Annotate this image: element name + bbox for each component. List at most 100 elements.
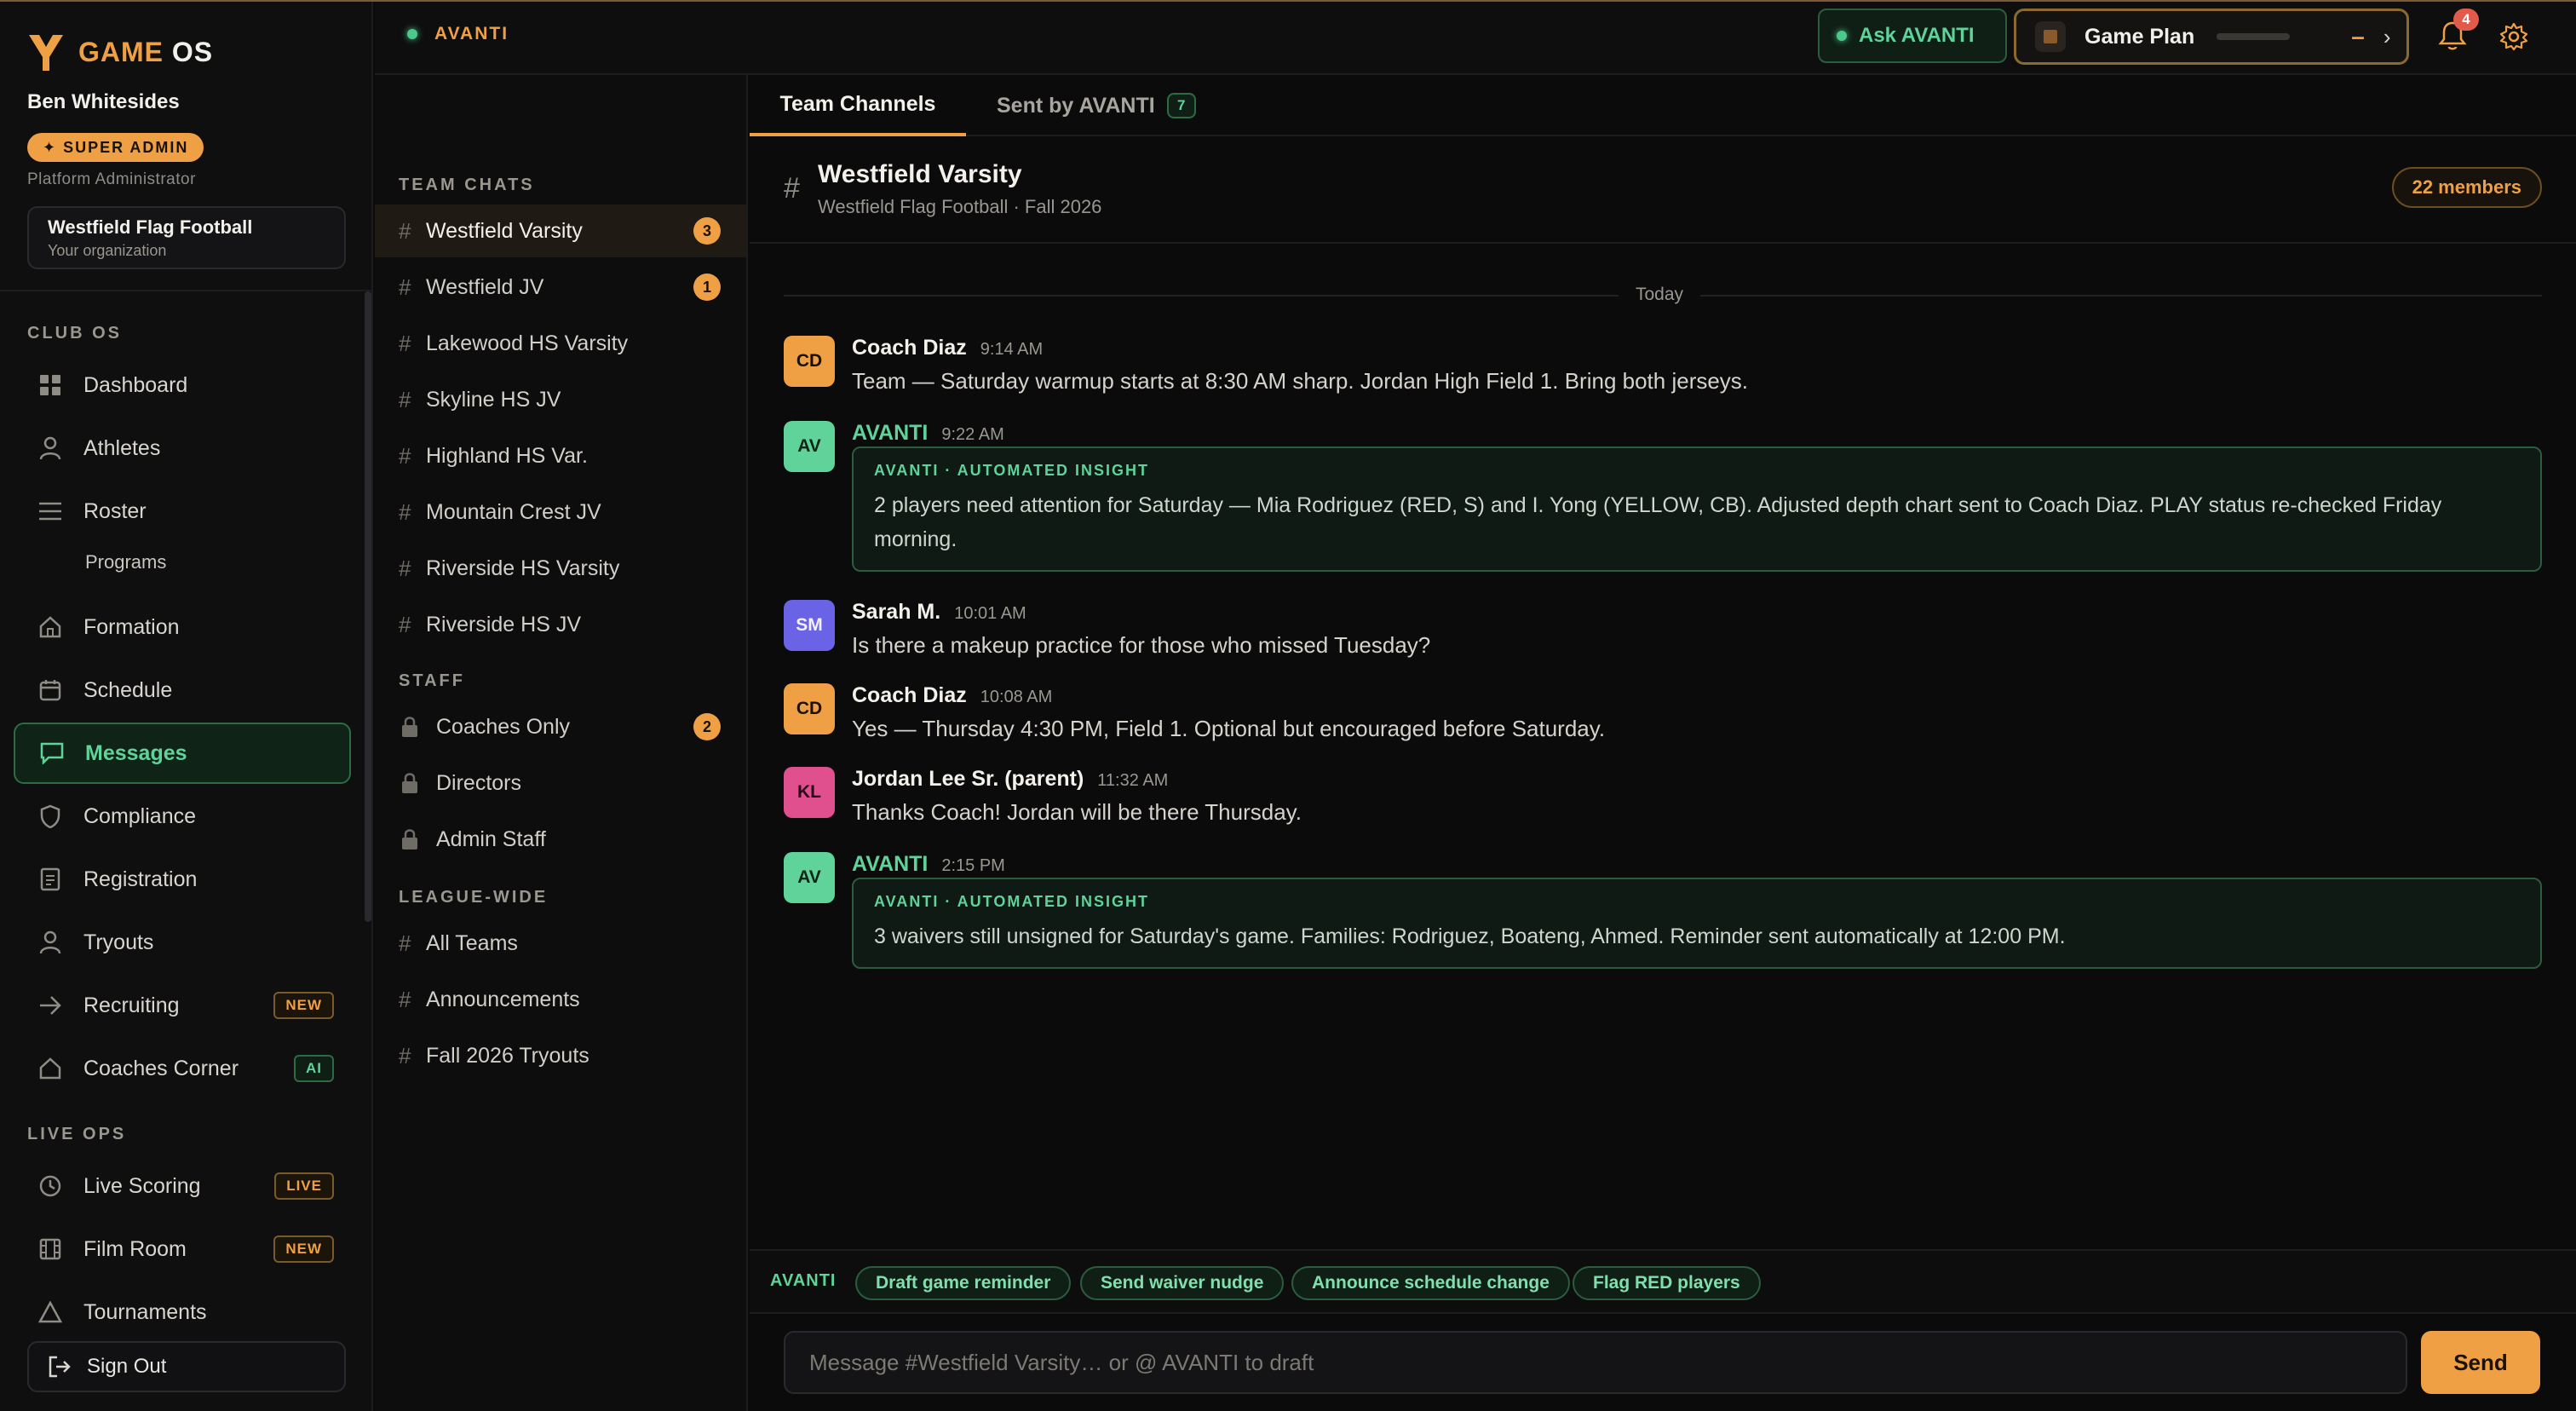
message-author[interactable]: AVANTI <box>852 421 928 446</box>
avatar[interactable]: SM <box>784 600 835 651</box>
person-icon <box>37 930 63 955</box>
new-badge: NEW <box>273 992 334 1019</box>
channel-mountain-crest-jv[interactable]: # Mountain Crest JV <box>375 486 746 538</box>
channel-name: Mountain Crest JV <box>426 499 601 524</box>
channel-name: Riverside HS JV <box>426 612 581 636</box>
nav-item-tournaments[interactable]: Tournaments <box>14 1281 351 1333</box>
avanti-status-label: AVANTI <box>434 24 509 43</box>
suggestion-label: AVANTI <box>770 1271 837 1290</box>
channel-highland-hs-var[interactable]: # Highland HS Var. <box>375 429 746 482</box>
home-icon <box>37 614 63 640</box>
game-plan-expand-button[interactable]: › <box>2383 24 2391 50</box>
channel-skyline-hs-jv[interactable]: # Skyline HS JV <box>375 373 746 426</box>
nav-item-schedule[interactable]: Schedule <box>14 659 351 721</box>
hash-icon: # <box>399 986 411 1012</box>
nav-item-label: Formation <box>83 614 180 639</box>
game-plan-progress <box>2217 33 2291 40</box>
channel-lakewood-hs-varsity[interactable]: # Lakewood HS Varsity <box>375 317 746 370</box>
channel-westfield-jv[interactable]: # Westfield JV 1 <box>375 261 746 314</box>
nav-item-programs[interactable]: Programs <box>14 538 351 586</box>
ask-avanti-button[interactable]: Ask AVANTI <box>1818 9 2007 63</box>
sign-out-button[interactable]: Sign Out <box>27 1341 346 1392</box>
game-plan-widget[interactable]: Game Plan – › <box>2014 9 2409 65</box>
message-composer[interactable] <box>784 1331 2407 1394</box>
avatar[interactable]: AV <box>784 421 835 472</box>
chip-draft-game-reminder[interactable]: Draft game reminder <box>855 1266 1072 1300</box>
game-plan-minimize-button[interactable]: – <box>2351 23 2365 50</box>
nav-item-live-scoring[interactable]: Live Scoring LIVE <box>14 1155 351 1217</box>
nav-item-formation[interactable]: Formation <box>14 596 351 658</box>
suggestion-bar: AVANTI Draft game reminder Send waiver n… <box>750 1249 2576 1314</box>
nav-item-athletes[interactable]: Athletes <box>14 418 351 479</box>
role-subtitle: Platform Administrator <box>27 170 196 188</box>
calendar-icon <box>37 677 63 703</box>
channel-directors[interactable]: Directors <box>375 757 746 809</box>
nav-item-recruiting[interactable]: Recruiting NEW <box>14 975 351 1036</box>
nav-item-roster[interactable]: Roster <box>14 481 351 542</box>
nav-scrollbar[interactable] <box>365 291 371 922</box>
message-tabs: Team Channels Sent by AVANTI 7 <box>750 75 2576 136</box>
avatar[interactable]: AV <box>784 852 835 903</box>
chip-announce-schedule-change[interactable]: Announce schedule change <box>1291 1266 1570 1300</box>
message-author[interactable]: Sarah M. <box>852 600 940 625</box>
nav-item-film-room[interactable]: Film Room NEW <box>14 1218 351 1280</box>
message-author[interactable]: Coach Diaz <box>852 683 967 708</box>
org-switcher[interactable]: Westfield Flag Football Your organizatio… <box>27 206 346 269</box>
message-input[interactable] <box>809 1349 2406 1376</box>
unread-count-badge: 1 <box>693 274 721 301</box>
sign-out-label: Sign Out <box>87 1355 167 1378</box>
channel-name: Coaches Only <box>436 714 571 739</box>
arrow-right-icon <box>37 993 63 1018</box>
avatar[interactable]: CD <box>784 683 835 734</box>
gear-icon[interactable] <box>2499 22 2528 51</box>
channel-name: All Teams <box>426 930 518 955</box>
channel-all-teams[interactable]: # All Teams <box>375 917 746 970</box>
channel-name: Highland HS Var. <box>426 443 588 468</box>
nav-item-coaches-corner[interactable]: Coaches Corner AI <box>14 1038 351 1099</box>
chat-icon <box>39 740 65 766</box>
notification-count-badge: 4 <box>2453 9 2479 31</box>
channel-admin-staff[interactable]: Admin Staff <box>375 813 746 866</box>
tab-team-channels[interactable]: Team Channels <box>750 75 966 136</box>
channel-fall-2026-tryouts[interactable]: # Fall 2026 Tryouts <box>375 1029 746 1082</box>
send-button[interactable]: Send <box>2421 1331 2540 1394</box>
members-button[interactable]: 22 members <box>2391 167 2542 208</box>
tab-sent-by-avanti[interactable]: Sent by AVANTI 7 <box>997 75 1196 136</box>
chip-flag-red-players[interactable]: Flag RED players <box>1573 1266 1761 1300</box>
avanti-status: AVANTI <box>407 24 509 44</box>
nav-item-messages[interactable]: Messages <box>14 723 351 784</box>
nav-item-label: Tryouts <box>83 930 154 954</box>
hash-icon: # <box>399 386 411 412</box>
nav-item-dashboard[interactable]: Dashboard <box>14 354 351 416</box>
new-badge: NEW <box>273 1235 334 1263</box>
insight-tag: AVANTI · AUTOMATED INSIGHT <box>874 893 1149 910</box>
nav-item-tryouts[interactable]: Tryouts <box>14 912 351 973</box>
chip-send-waiver-nudge[interactable]: Send waiver nudge <box>1080 1266 1285 1300</box>
sent-count-badge: 7 <box>1166 93 1196 118</box>
nav-item-label: Schedule <box>83 677 173 702</box>
message-author[interactable]: Jordan Lee Sr. (parent) <box>852 767 1084 792</box>
message-author[interactable]: Coach Diaz <box>852 336 967 360</box>
avatar[interactable]: KL <box>784 767 835 818</box>
channel-announcements[interactable]: # Announcements <box>375 973 746 1026</box>
hash-icon: # <box>399 217 411 244</box>
message-author[interactable]: AVANTI <box>852 852 928 877</box>
channel-name: Admin Staff <box>436 826 546 851</box>
channel-coaches-only[interactable]: Coaches Only 2 <box>375 700 746 753</box>
tab-label: Sent by AVANTI <box>997 93 1155 118</box>
lock-icon <box>402 829 417 849</box>
channel-riverside-hs-jv[interactable]: # Riverside HS JV <box>375 598 746 651</box>
message-body: Yes — Thursday 4:30 PM, Field 1. Optiona… <box>852 716 1606 741</box>
nav-item-compliance[interactable]: Compliance <box>14 786 351 847</box>
avatar[interactable]: CD <box>784 336 835 387</box>
brand-logo[interactable]: GAME OS <box>27 29 213 75</box>
channel-name: Skyline HS JV <box>426 387 561 412</box>
lock-icon <box>402 717 417 737</box>
channel-westfield-varsity[interactable]: # Westfield Varsity 3 <box>375 204 746 257</box>
ask-avanti-label: Ask AVANTI <box>1859 24 1975 47</box>
channel-riverside-hs-varsity[interactable]: # Riverside HS Varsity <box>375 542 746 595</box>
nav-item-registration[interactable]: Registration <box>14 849 351 910</box>
channel-title: Westfield Varsity <box>818 160 1022 188</box>
message-time: 10:08 AM <box>980 688 1053 706</box>
channel-name: Westfield JV <box>426 274 544 299</box>
